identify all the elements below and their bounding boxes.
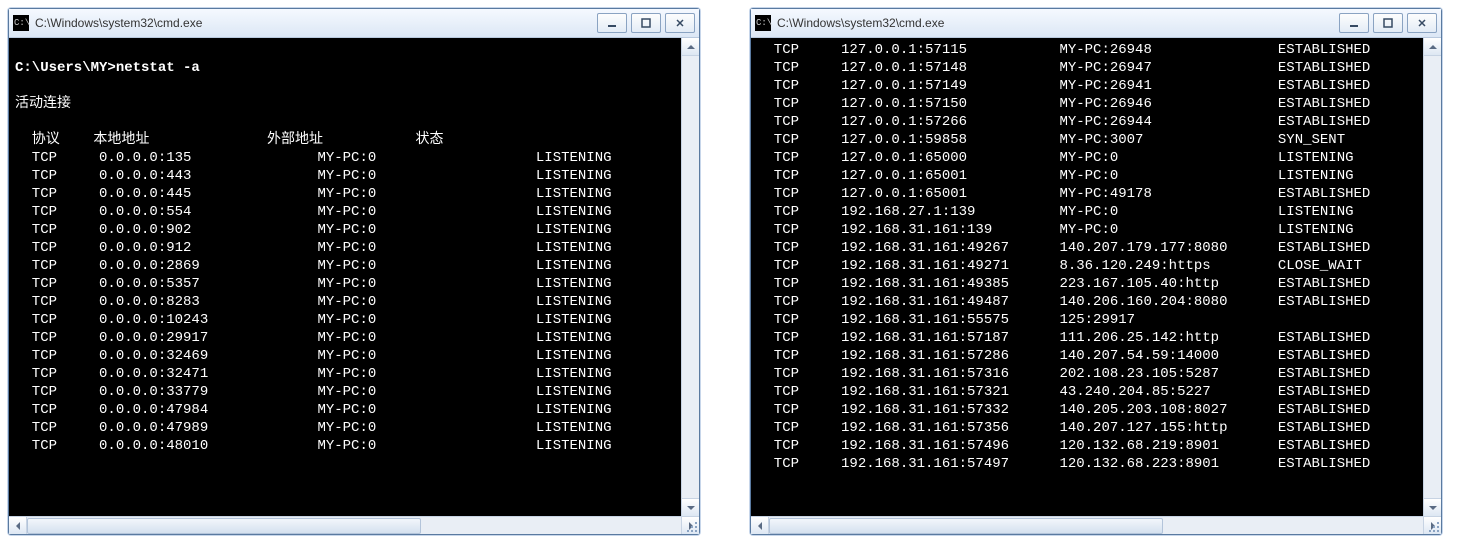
table-row: TCP 192.168.31.161:49487 140.206.160.204… [757,293,1418,311]
table-row: TCP 192.168.31.161:49385 223.167.105.40:… [757,275,1418,293]
table-row: TCP 0.0.0.0:32471 MY-PC:0 LISTENING [15,365,676,383]
table-row: TCP 127.0.0.1:57115 MY-PC:26948 ESTABLIS… [757,41,1418,59]
table-row: TCP 0.0.0.0:5357 MY-PC:0 LISTENING [15,275,676,293]
scroll-left-button[interactable] [751,517,769,534]
table-row: TCP 0.0.0.0:29917 MY-PC:0 LISTENING [15,329,676,347]
close-button[interactable] [1407,13,1437,33]
scroll-up-button[interactable] [1424,38,1441,56]
table-row: TCP 0.0.0.0:445 MY-PC:0 LISTENING [15,185,676,203]
vertical-scrollbar[interactable] [681,38,699,516]
minimize-button[interactable] [597,13,627,33]
table-row: TCP 0.0.0.0:10243 MY-PC:0 LISTENING [15,311,676,329]
resize-grip-icon[interactable] [1427,520,1439,532]
table-row: TCP 192.168.31.161:57496 120.132.68.219:… [757,437,1418,455]
scroll-down-button[interactable] [682,498,699,516]
table-row: TCP 192.168.31.161:57187 111.206.25.142:… [757,329,1418,347]
table-row: TCP 192.168.31.161:49267 140.207.179.177… [757,239,1418,257]
scroll-up-button[interactable] [682,38,699,56]
scroll-down-button[interactable] [1424,498,1441,516]
minimize-button[interactable] [1339,13,1369,33]
table-row: TCP 0.0.0.0:135 MY-PC:0 LISTENING [15,149,676,167]
table-row: TCP 192.168.31.161:49271 8.36.120.249:ht… [757,257,1418,275]
table-row: TCP 192.168.31.161:57497 120.132.68.223:… [757,455,1418,473]
table-row: TCP 127.0.0.1:57148 MY-PC:26947 ESTABLIS… [757,59,1418,77]
table-row: TCP 192.168.31.161:57286 140.207.54.59:1… [757,347,1418,365]
table-row: TCP 0.0.0.0:8283 MY-PC:0 LISTENING [15,293,676,311]
window-title: C:\Windows\system32\cmd.exe [777,16,1339,30]
table-row: TCP 127.0.0.1:57149 MY-PC:26941 ESTABLIS… [757,77,1418,95]
table-row: TCP 127.0.0.1:65000 MY-PC:0 LISTENING [757,149,1418,167]
scroll-track[interactable] [769,517,1423,534]
table-row: TCP 0.0.0.0:47984 MY-PC:0 LISTENING [15,401,676,419]
table-row: TCP 192.168.31.161:55575 125:29917 [757,311,1418,329]
table-row: TCP 192.168.31.161:57332 140.205.203.108… [757,401,1418,419]
table-row: TCP 192.168.31.161:57321 43.240.204.85:5… [757,383,1418,401]
close-button[interactable] [665,13,695,33]
horizontal-scrollbar[interactable] [751,516,1441,534]
maximize-button[interactable] [631,13,661,33]
prompt-line: C:\Users\MY>netstat -a [15,59,676,77]
table-row: TCP 192.168.31.161:57316 202.108.23.105:… [757,365,1418,383]
titlebar[interactable]: C:\Windows\system32\cmd.exe [751,9,1441,38]
table-row: TCP 192.168.27.1:139 MY-PC:0 LISTENING [757,203,1418,221]
cmd-window-0: C:\Windows\system32\cmd.exe C:\Users\MY>… [8,8,700,535]
table-row: TCP 0.0.0.0:912 MY-PC:0 LISTENING [15,239,676,257]
app-icon [13,15,29,31]
table-row: TCP 0.0.0.0:2869 MY-PC:0 LISTENING [15,257,676,275]
cmd-window-1: C:\Windows\system32\cmd.exe TCP 127.0.0.… [750,8,1442,535]
scroll-thumb[interactable] [27,518,421,534]
table-row: TCP 127.0.0.1:65001 MY-PC:0 LISTENING [757,167,1418,185]
table-row: TCP 127.0.0.1:57266 MY-PC:26944 ESTABLIS… [757,113,1418,131]
table-row: TCP 0.0.0.0:554 MY-PC:0 LISTENING [15,203,676,221]
column-headers: 协议 本地地址 外部地址 状态 [15,131,676,149]
table-row: TCP 127.0.0.1:57150 MY-PC:26946 ESTABLIS… [757,95,1418,113]
maximize-button[interactable] [1373,13,1403,33]
terminal-output[interactable]: C:\Users\MY>netstat -a 活动连接 协议 本地地址 外部地址… [9,38,682,516]
table-row: TCP 192.168.31.161:57356 140.207.127.155… [757,419,1418,437]
table-row: TCP 0.0.0.0:33779 MY-PC:0 LISTENING [15,383,676,401]
table-row: TCP 127.0.0.1:59858 MY-PC:3007 SYN_SENT [757,131,1418,149]
scroll-track[interactable] [27,517,681,534]
titlebar[interactable]: C:\Windows\system32\cmd.exe [9,9,699,38]
table-row: TCP 0.0.0.0:32469 MY-PC:0 LISTENING [15,347,676,365]
resize-grip-icon[interactable] [685,520,697,532]
table-row: TCP 0.0.0.0:443 MY-PC:0 LISTENING [15,167,676,185]
window-title: C:\Windows\system32\cmd.exe [35,16,597,30]
terminal-output[interactable]: TCP 127.0.0.1:57115 MY-PC:26948 ESTABLIS… [751,38,1424,516]
table-row: TCP 0.0.0.0:902 MY-PC:0 LISTENING [15,221,676,239]
table-row: TCP 127.0.0.1:65001 MY-PC:49178 ESTABLIS… [757,185,1418,203]
app-icon [755,15,771,31]
terminal-client: C:\Users\MY>netstat -a 活动连接 协议 本地地址 外部地址… [9,38,699,516]
table-row: TCP 0.0.0.0:47989 MY-PC:0 LISTENING [15,419,676,437]
terminal-client: TCP 127.0.0.1:57115 MY-PC:26948 ESTABLIS… [751,38,1441,516]
horizontal-scrollbar[interactable] [9,516,699,534]
vertical-scrollbar[interactable] [1423,38,1441,516]
table-row: TCP 0.0.0.0:48010 MY-PC:0 LISTENING [15,437,676,455]
section-title: 活动连接 [15,95,676,113]
scroll-thumb[interactable] [769,518,1163,534]
scroll-left-button[interactable] [9,517,27,534]
table-row: TCP 192.168.31.161:139 MY-PC:0 LISTENING [757,221,1418,239]
